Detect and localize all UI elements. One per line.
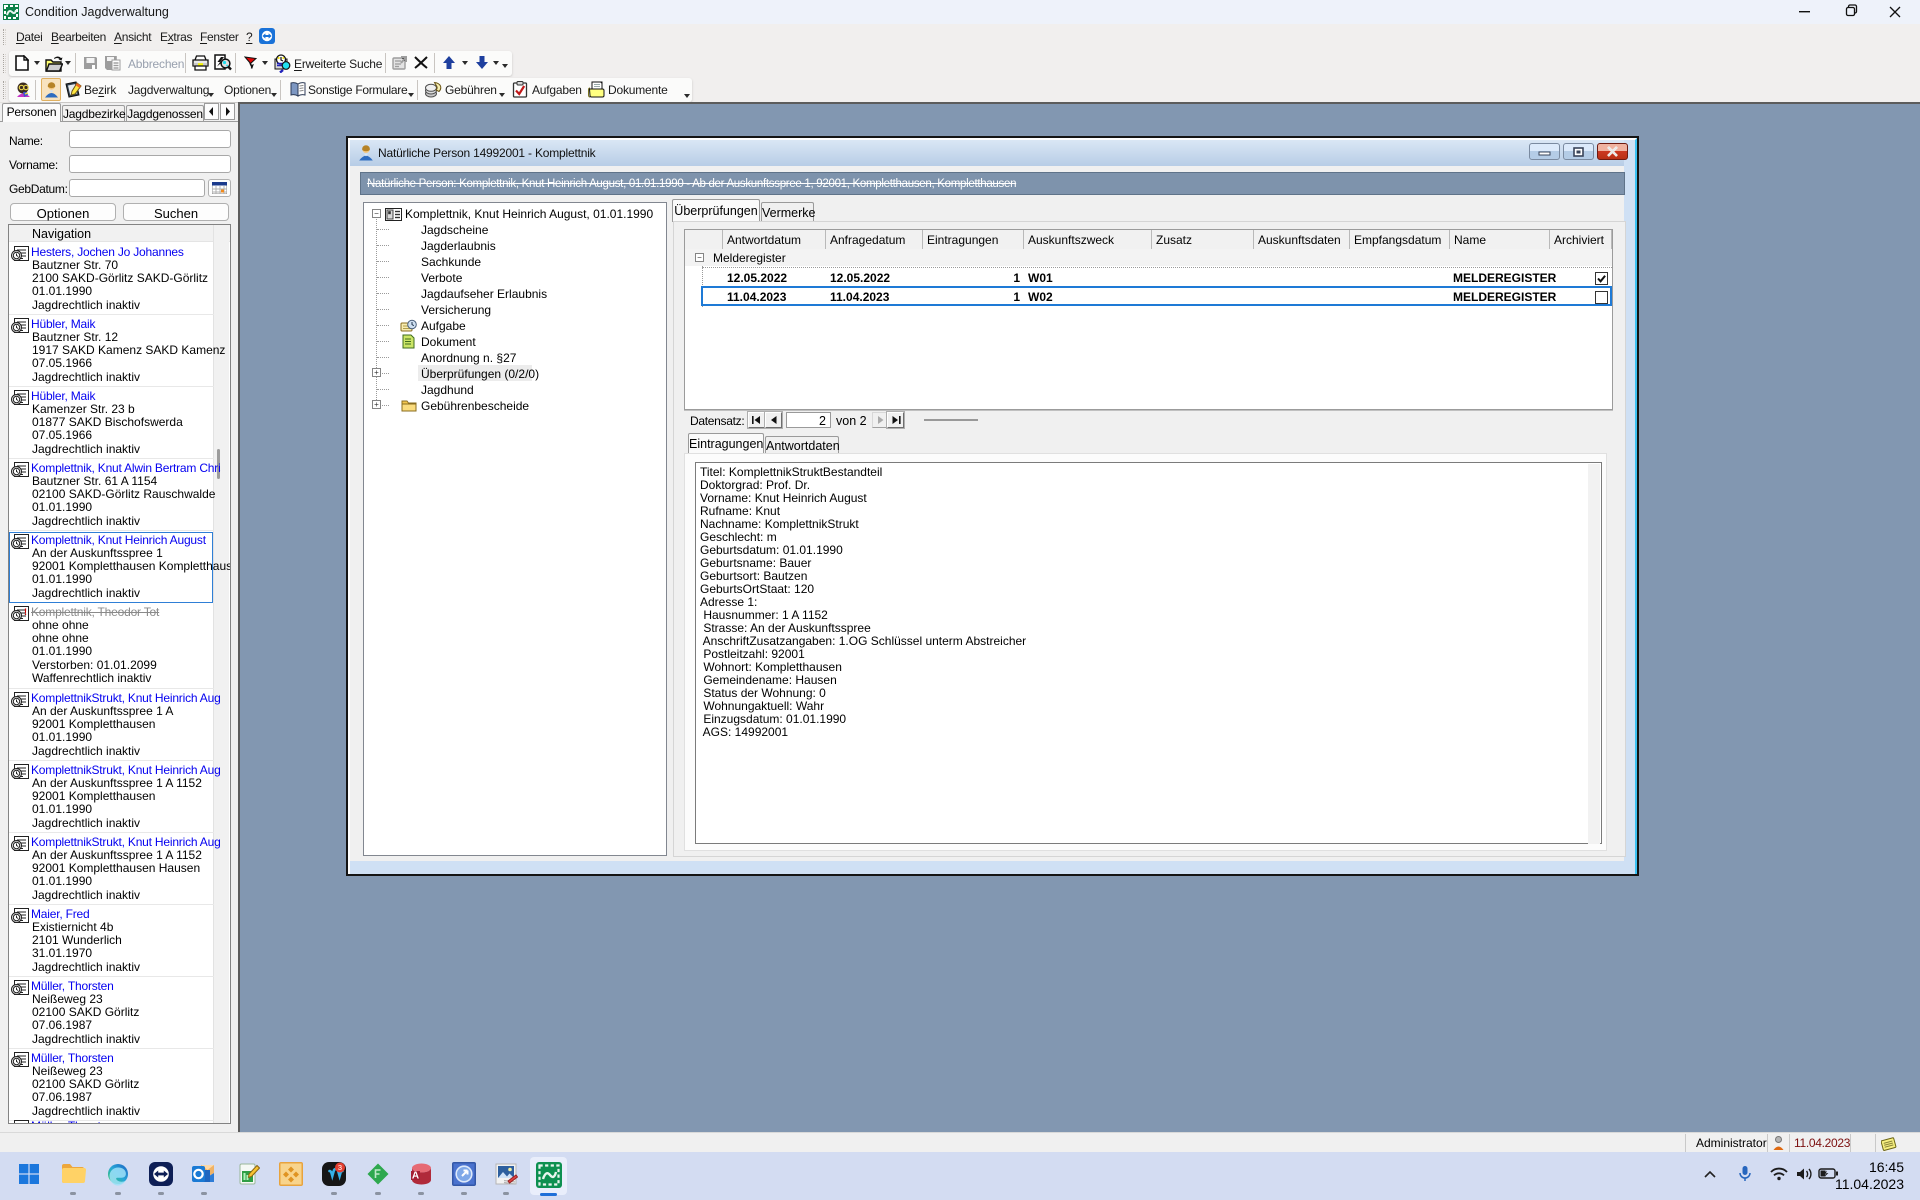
svg-text:3: 3 [338,1163,342,1172]
svg-text:A: A [411,1171,418,1182]
svg-text:!: ! [24,607,27,617]
